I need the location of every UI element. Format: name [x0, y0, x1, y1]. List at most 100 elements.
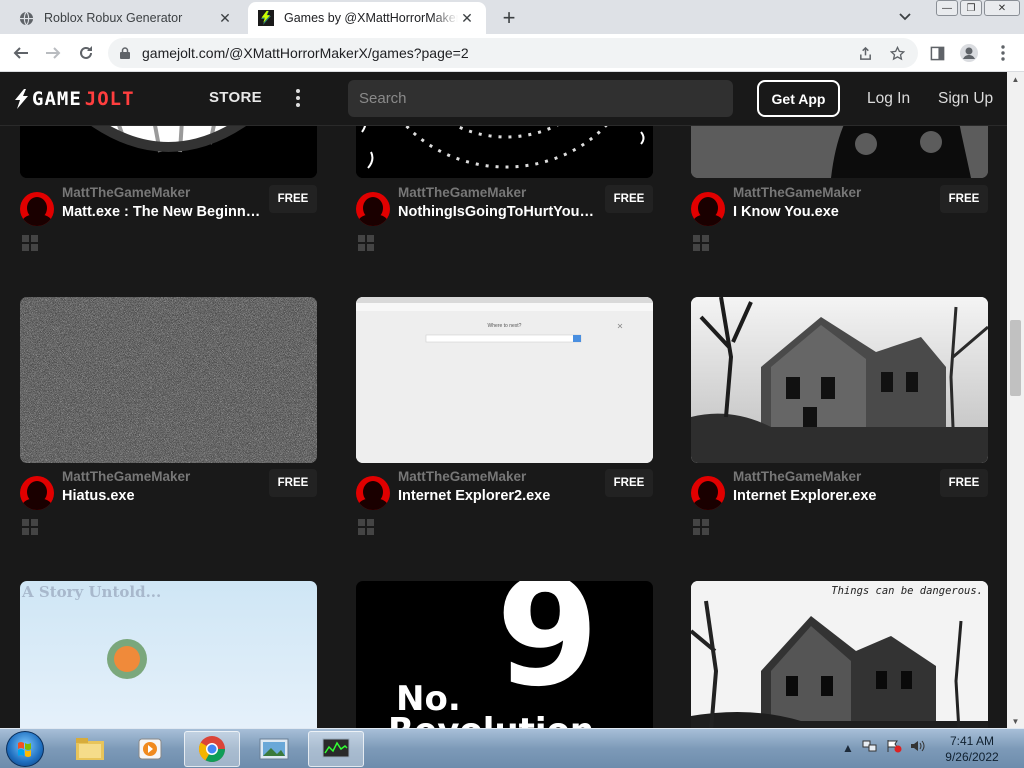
thumbnail-number: 9 [496, 581, 599, 719]
game-card[interactable]: MattTheGameMaker Internet Explorer.exe F… [691, 297, 988, 535]
get-app-button[interactable]: Get App [757, 80, 840, 117]
author-name[interactable]: MattTheGameMaker [733, 185, 861, 200]
price-badge: FREE [605, 469, 653, 497]
game-meta: MattTheGameMaker Internet Explorer.exe F… [691, 469, 988, 510]
windows-platform-icon [693, 519, 709, 535]
game-meta: MattTheGameMaker Hiatus.exe FREE [20, 469, 317, 510]
author-avatar[interactable] [691, 476, 725, 510]
windows-platform-icon [22, 235, 38, 251]
globe-icon [18, 10, 34, 26]
minimize-button[interactable]: — [936, 0, 958, 16]
author-avatar[interactable] [356, 476, 390, 510]
author-avatar[interactable] [20, 476, 54, 510]
show-hidden-icons-icon[interactable]: ▲ [842, 741, 854, 755]
author-name[interactable]: MattTheGameMaker [62, 469, 190, 484]
store-link[interactable]: STORE [209, 89, 262, 106]
system-tray: ▲ [842, 739, 926, 756]
game-title[interactable]: Internet Explorer.exe [733, 488, 933, 504]
window-close-button[interactable]: ✕ [984, 0, 1020, 16]
price-badge: FREE [940, 469, 988, 497]
game-thumbnail[interactable] [691, 297, 988, 463]
address-bar[interactable]: gamejolt.com/@XMattHorrorMakerX/games?pa… [108, 38, 918, 68]
side-panel-icon[interactable] [926, 42, 948, 64]
site-search-input[interactable]: Search [348, 80, 733, 117]
game-title[interactable]: Hiatus.exe [62, 488, 262, 504]
scrollbar-thumb[interactable] [1010, 320, 1021, 396]
more-menu-icon[interactable] [289, 86, 307, 110]
game-thumbnail[interactable]: A Story Untold... [20, 581, 317, 728]
price-badge: FREE [269, 185, 317, 213]
clock-time: 7:41 AM [949, 734, 995, 748]
gamejolt-favicon-icon [258, 10, 274, 26]
price-badge: FREE [269, 469, 317, 497]
bookmark-star-icon[interactable] [888, 44, 906, 62]
author-avatar[interactable] [20, 192, 54, 226]
share-icon[interactable] [856, 44, 874, 62]
task-manager-icon[interactable] [308, 731, 364, 767]
tab-roblox[interactable]: Roblox Robux Generator ✕ [8, 2, 244, 34]
price-badge: FREE [940, 185, 988, 213]
game-thumbnail[interactable]: Things can be dangerous. [691, 581, 988, 728]
network-icon[interactable] [862, 739, 878, 756]
sign-up-link[interactable]: Sign Up [938, 90, 993, 108]
author-avatar[interactable] [356, 192, 390, 226]
forward-arrow-icon[interactable] [42, 42, 64, 64]
windows-platform-icon [358, 235, 374, 251]
game-card[interactable]: A Story Untold... [20, 581, 317, 728]
clock-date: 9/26/2022 [945, 750, 999, 764]
lock-icon [120, 46, 130, 59]
game-meta: MattTheGameMaker Internet Explorer2.exe … [356, 469, 653, 510]
game-card[interactable]: MattTheGameMaker Hiatus.exe FREE [20, 297, 317, 535]
games-page: MattTheGameMaker Matt.exe : The New Begi… [0, 72, 1007, 728]
windows-platform-icon [22, 519, 38, 535]
browser-tab-strip: Roblox Robux Generator ✕ Games by @XMatt… [0, 0, 1024, 34]
scroll-up-arrow-icon[interactable]: ▲ [1007, 72, 1024, 86]
author-name[interactable]: MattTheGameMaker [398, 469, 526, 484]
tab-search-chevron-icon[interactable] [896, 8, 914, 26]
browser-toolbar: gamejolt.com/@XMattHorrorMakerX/games?pa… [0, 34, 1024, 72]
profile-avatar-icon[interactable] [958, 42, 980, 64]
game-title[interactable]: I Know You.exe [733, 204, 933, 220]
media-player-icon[interactable] [122, 731, 178, 767]
windows-platform-icon [693, 235, 709, 251]
lightning-bolt-icon [15, 89, 28, 109]
restore-button[interactable]: ❐ [960, 0, 982, 16]
page-scrollbar[interactable]: ▲ ▼ [1007, 72, 1024, 728]
game-card[interactable]: Things can be dangerous. [691, 581, 988, 728]
log-in-link[interactable]: Log In [867, 90, 910, 108]
game-thumbnail[interactable] [20, 297, 317, 463]
close-tab-icon[interactable]: ✕ [458, 9, 476, 27]
game-thumbnail[interactable]: 9 No. Revolution [356, 581, 653, 728]
author-name[interactable]: MattTheGameMaker [62, 185, 190, 200]
scroll-down-arrow-icon[interactable]: ▼ [1007, 714, 1024, 728]
logo-word-jolt: JOLT [84, 88, 135, 110]
game-title[interactable]: NothingIsGoingToHurtYou.exe [398, 204, 598, 220]
thumbnail-caption: A Story Untold... [22, 583, 162, 601]
close-tab-icon[interactable]: ✕ [216, 9, 234, 27]
game-thumbnail[interactable]: Where to next? [356, 297, 653, 463]
author-name[interactable]: MattTheGameMaker [398, 185, 526, 200]
game-meta: MattTheGameMaker I Know You.exe FREE [691, 185, 988, 226]
explorer-icon[interactable] [62, 731, 118, 767]
photo-viewer-icon[interactable] [246, 731, 302, 767]
window-controls: — ❐ ✕ [936, 0, 1020, 16]
taskbar-clock[interactable]: 7:41 AM 9/26/2022 [932, 733, 1012, 765]
author-avatar[interactable] [691, 192, 725, 226]
game-title[interactable]: Internet Explorer2.exe [398, 488, 598, 504]
back-arrow-icon[interactable] [10, 42, 32, 64]
new-tab-button[interactable]: + [497, 5, 521, 30]
game-meta: MattTheGameMaker Matt.exe : The New Begi… [20, 185, 317, 226]
tab-gamejolt[interactable]: Games by @XMattHorrorMakerX ✕ [248, 2, 486, 34]
chrome-menu-icon[interactable] [992, 42, 1014, 64]
game-card[interactable]: Where to next? MattTheGameMaker Internet… [356, 297, 653, 535]
game-card[interactable]: 9 No. Revolution [356, 581, 653, 728]
game-title[interactable]: Matt.exe : The New Beginning [62, 204, 262, 220]
volume-icon[interactable] [910, 739, 926, 756]
tab-title: Games by @XMattHorrorMakerX [284, 11, 458, 25]
author-name[interactable]: MattTheGameMaker [733, 469, 861, 484]
reload-icon[interactable] [75, 42, 97, 64]
start-button[interactable] [6, 731, 44, 767]
action-center-flag-icon[interactable] [886, 739, 902, 756]
chrome-icon[interactable] [184, 731, 240, 767]
gamejolt-logo[interactable]: GAME JOLT [14, 89, 135, 109]
